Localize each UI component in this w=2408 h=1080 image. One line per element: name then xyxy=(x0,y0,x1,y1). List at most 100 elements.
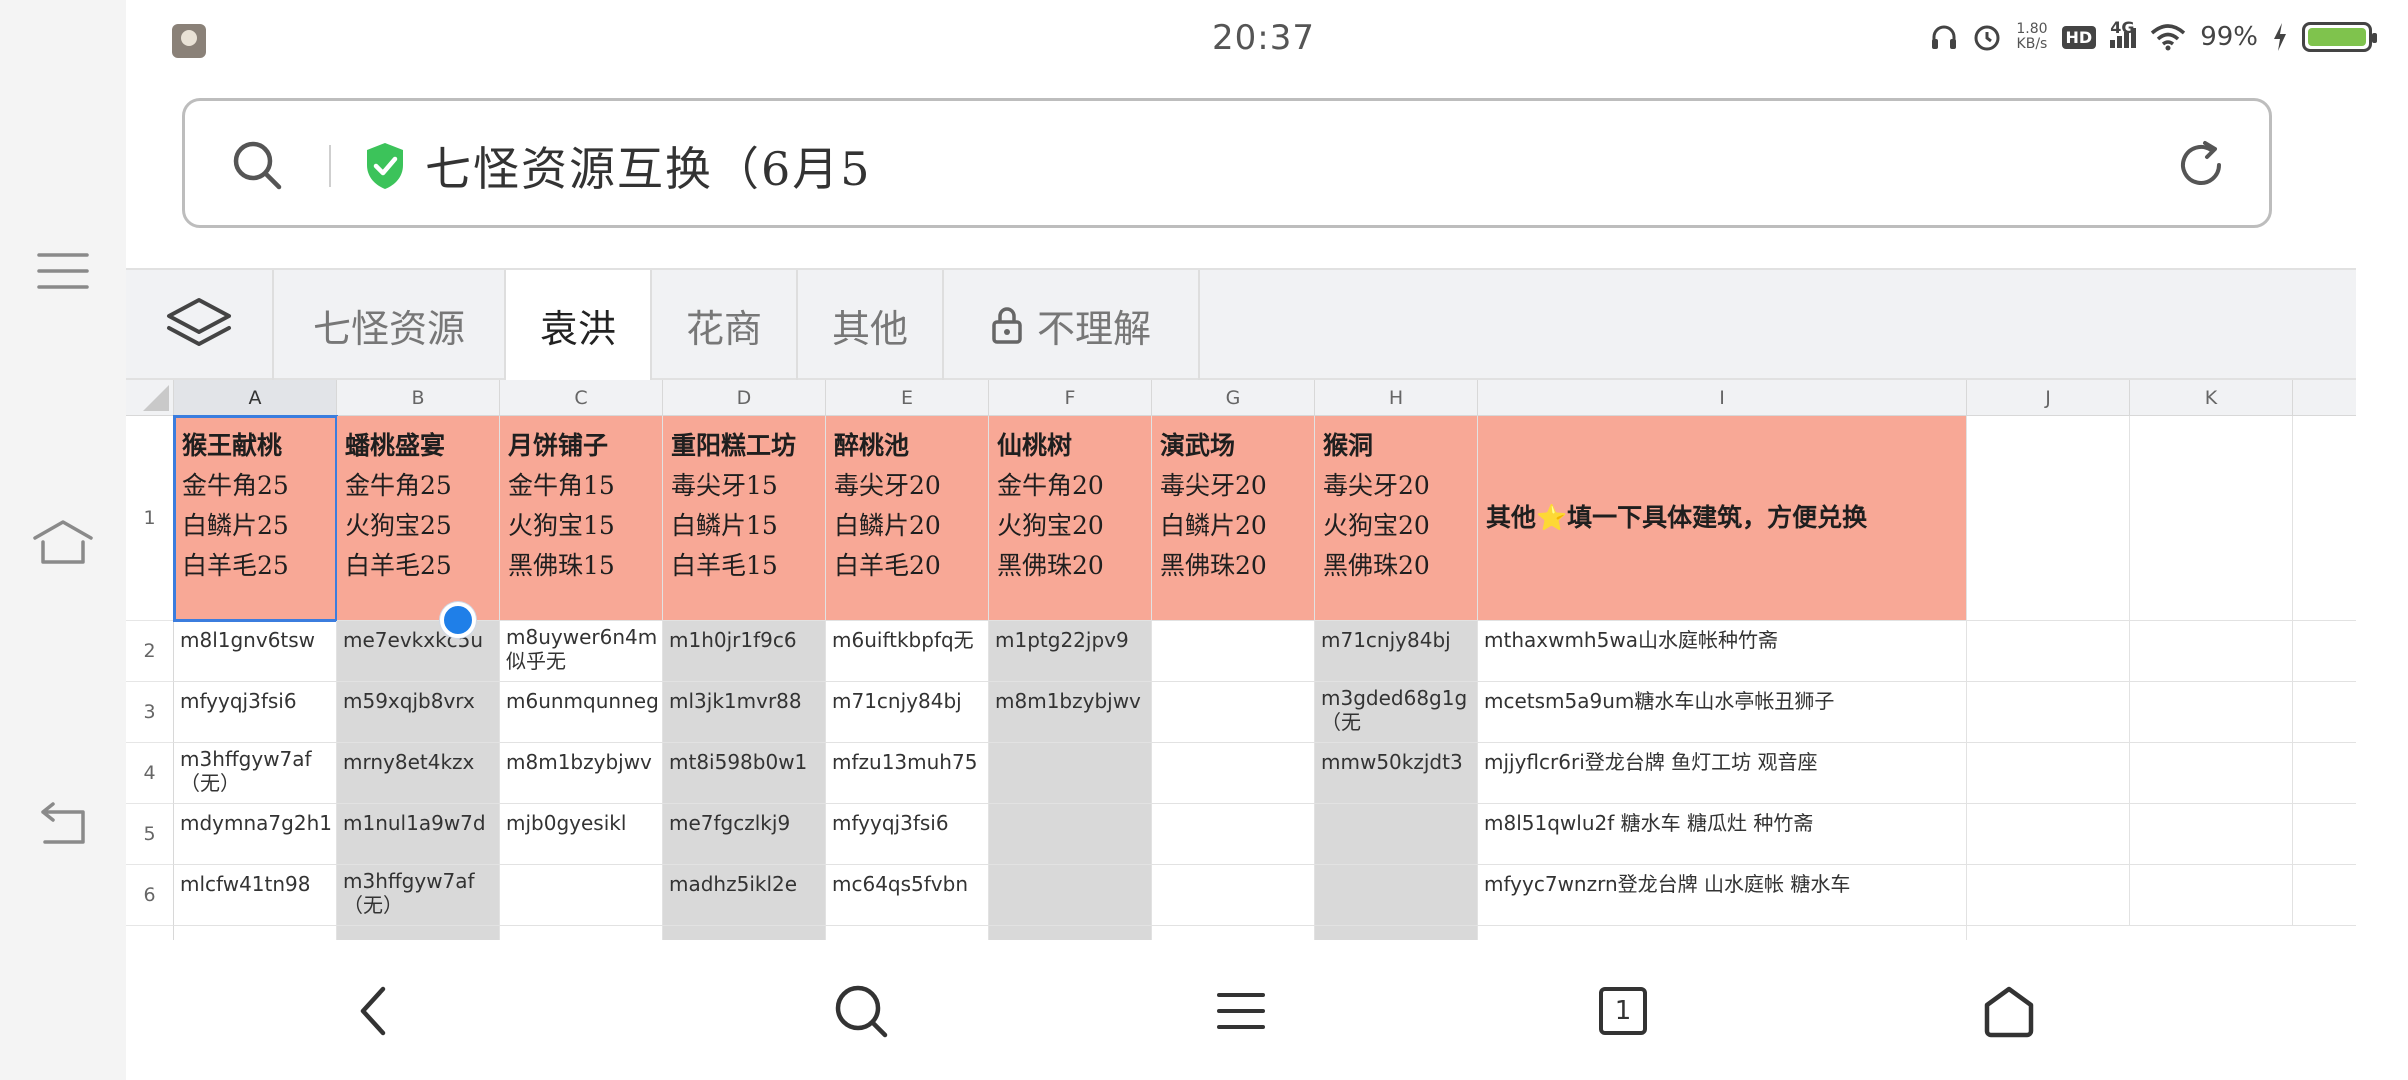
table-cell[interactable]: mthaxwmh5wa山水庭帐种竹斋 xyxy=(1478,621,1967,682)
tab-not-understood[interactable]: 不理解 xyxy=(944,270,1200,380)
empty-cell[interactable] xyxy=(337,926,500,940)
table-cell[interactable]: m1ptg22jpv9 xyxy=(989,621,1152,682)
header-cell[interactable]: 仙桃树 金牛角20 火狗宝20 黑佛珠20 xyxy=(989,416,1152,621)
empty-cell[interactable] xyxy=(500,865,663,926)
table-cell[interactable]: m8m1bzybjwv xyxy=(500,743,663,804)
empty-cell[interactable] xyxy=(989,804,1152,865)
tab-yuanhong[interactable]: 袁洪 xyxy=(506,270,652,380)
header-cell[interactable]: 蟠桃盛宴 金牛角25 火狗宝25 白羊毛25 xyxy=(337,416,500,621)
column-header-j[interactable]: J xyxy=(1967,380,2130,416)
layers-icon[interactable] xyxy=(126,270,274,380)
table-cell[interactable]: mjjyflcr6ri登龙台牌 鱼灯工坊 观音座 xyxy=(1478,743,1967,804)
empty-cell[interactable] xyxy=(2130,865,2293,926)
home-icon[interactable] xyxy=(1974,976,2044,1046)
empty-cell[interactable] xyxy=(1152,865,1315,926)
empty-cell[interactable] xyxy=(2293,416,2356,621)
column-header-d[interactable]: D xyxy=(663,380,826,416)
empty-cell[interactable] xyxy=(1967,621,2130,682)
row-header-6[interactable]: 6 xyxy=(126,865,174,926)
home-icon[interactable] xyxy=(28,506,98,576)
empty-cell[interactable] xyxy=(1152,926,1315,940)
column-header-c[interactable]: C xyxy=(500,380,663,416)
table-cell[interactable]: m6uiftkbpfq无 xyxy=(826,621,989,682)
empty-cell[interactable] xyxy=(1315,865,1478,926)
table-cell[interactable]: ml3jk1mvr88 xyxy=(663,682,826,743)
table-cell[interactable]: mmw50kzjdt3 xyxy=(1315,743,1478,804)
header-cell[interactable]: 醉桃池 毒尖牙20 白鳞片20 白羊毛20 xyxy=(826,416,989,621)
table-cell[interactable]: m1nul1a9w7d xyxy=(337,804,500,865)
empty-cell[interactable] xyxy=(1967,804,2130,865)
empty-cell[interactable] xyxy=(1152,743,1315,804)
empty-cell[interactable] xyxy=(2130,682,2293,743)
column-header-i[interactable]: I xyxy=(1478,380,1967,416)
menu-icon[interactable] xyxy=(28,236,98,306)
table-cell[interactable]: m3gded68g1g（无 xyxy=(1315,682,1478,743)
row-header-5[interactable]: 5 xyxy=(126,804,174,865)
column-header-f[interactable]: F xyxy=(989,380,1152,416)
back-icon[interactable] xyxy=(28,790,98,860)
column-header-k[interactable]: K xyxy=(2130,380,2293,416)
empty-cell[interactable] xyxy=(1967,682,2130,743)
table-cell[interactable]: m71cnjy84bj xyxy=(826,682,989,743)
empty-cell[interactable] xyxy=(1967,416,2130,621)
empty-cell[interactable] xyxy=(2130,621,2293,682)
reload-icon[interactable] xyxy=(2175,139,2227,195)
empty-cell[interactable] xyxy=(1478,926,1967,940)
row-header-3[interactable]: 3 xyxy=(126,682,174,743)
header-cell[interactable]: 猴王献桃 金牛角25 白鳞片25 白羊毛25 xyxy=(173,415,338,622)
empty-cell[interactable] xyxy=(2293,743,2356,804)
header-cell[interactable]: 月饼铺子 金牛角15 火狗宝15 黑佛珠15 xyxy=(500,416,663,621)
table-cell[interactable]: mdymna7g2h1 xyxy=(174,804,337,865)
table-cell[interactable]: m6unmqunneg xyxy=(500,682,663,743)
table-cell[interactable]: m8m1bzybjwv xyxy=(989,682,1152,743)
table-cell[interactable]: m8l51qwlu2f 糖水车 糖瓜灶 种竹斋 xyxy=(1478,804,1967,865)
row-header-7[interactable] xyxy=(126,926,174,940)
column-header-g[interactable]: G xyxy=(1152,380,1315,416)
empty-cell[interactable] xyxy=(2130,743,2293,804)
empty-cell[interactable] xyxy=(826,926,989,940)
table-cell[interactable]: mt8i598b0w1 xyxy=(663,743,826,804)
selection-handle[interactable] xyxy=(440,602,476,638)
empty-cell[interactable] xyxy=(2293,621,2356,682)
column-header-a[interactable]: A xyxy=(174,380,337,416)
column-header-h[interactable]: H xyxy=(1315,380,1478,416)
spreadsheet-grid[interactable]: A B C D E F G H I J K 1 2 3 4 5 6 猴王献桃 金… xyxy=(126,380,2356,940)
search-icon[interactable] xyxy=(826,976,896,1046)
table-cell[interactable]: m8uywer6n4m 似乎无 xyxy=(500,621,663,682)
table-cell[interactable]: mcetsm5a9um糖水车山水亭帐丑狮子 xyxy=(1478,682,1967,743)
empty-cell[interactable] xyxy=(1967,743,2130,804)
column-header-l[interactable] xyxy=(2293,380,2356,416)
empty-cell[interactable] xyxy=(2130,804,2293,865)
empty-cell[interactable] xyxy=(174,926,337,940)
empty-cell[interactable] xyxy=(2130,416,2293,621)
header-cell-other[interactable]: 其他⭐填一下具体建筑，方便兑换 xyxy=(1478,416,1967,621)
header-cell[interactable]: 演武场 毒尖牙20 白鳞片20 黑佛珠20 xyxy=(1152,416,1315,621)
header-cell[interactable]: 猴洞 毒尖牙20 火狗宝20 黑佛珠20 xyxy=(1315,416,1478,621)
row-header-4[interactable]: 4 xyxy=(126,743,174,804)
table-cell[interactable]: mc64qs5fvbn xyxy=(826,865,989,926)
empty-cell[interactable] xyxy=(2293,865,2356,926)
table-cell[interactable]: m3hffgyw7af （无） xyxy=(174,743,337,804)
empty-cell[interactable] xyxy=(2293,804,2356,865)
header-cell[interactable]: 重阳糕工坊 毒尖牙15 白鳞片15 白羊毛15 xyxy=(663,416,826,621)
table-cell[interactable]: mrny8et4kzx xyxy=(337,743,500,804)
table-cell[interactable]: m3hffgyw7af（无） xyxy=(337,865,500,926)
table-cell[interactable]: m1h0jr1f9c6 xyxy=(663,621,826,682)
empty-cell[interactable] xyxy=(989,743,1152,804)
table-cell[interactable]: me7evkxkc5u xyxy=(337,621,500,682)
empty-cell[interactable] xyxy=(1152,682,1315,743)
menu-icon[interactable] xyxy=(1206,976,1276,1046)
table-cell[interactable]: m8l1gnv6tsw xyxy=(174,621,337,682)
empty-cell[interactable] xyxy=(2293,682,2356,743)
empty-cell[interactable] xyxy=(1152,621,1315,682)
empty-cell[interactable] xyxy=(500,926,663,940)
empty-cell[interactable] xyxy=(1967,865,2130,926)
empty-cell[interactable] xyxy=(989,926,1152,940)
page-title[interactable]: 七怪资源互换（6月5 xyxy=(425,133,872,199)
select-all-corner[interactable] xyxy=(126,380,174,416)
table-cell[interactable]: mjb0gyesikl xyxy=(500,804,663,865)
table-cell[interactable]: mfyyqj3fsi6 xyxy=(826,804,989,865)
tab-other[interactable]: 其他 xyxy=(798,270,944,380)
table-cell[interactable]: m59xqjb8vrx xyxy=(337,682,500,743)
table-cell[interactable]: me7fgczlkj9 xyxy=(663,804,826,865)
